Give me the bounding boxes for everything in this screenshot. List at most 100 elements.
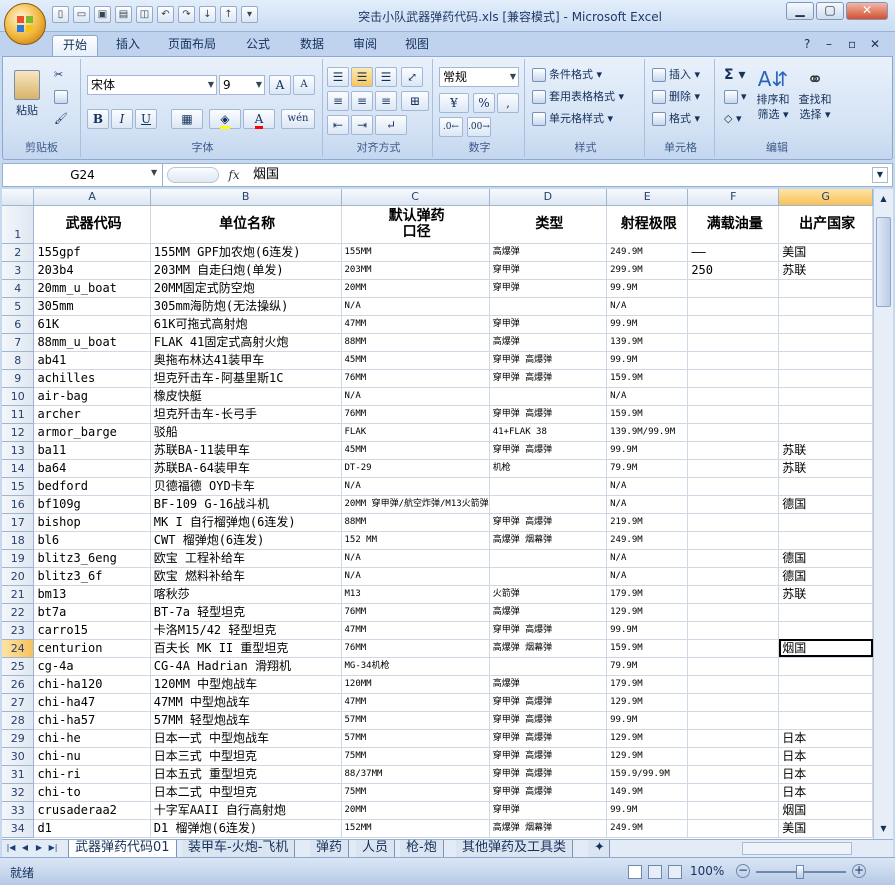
- format-cells-button[interactable]: 格式 ▾: [651, 109, 701, 129]
- next-sheet-icon[interactable]: ▶: [34, 841, 44, 855]
- row-header[interactable]: 1: [2, 205, 35, 244]
- cell[interactable]: chi-ri: [33, 765, 151, 784]
- row-header[interactable]: 31: [2, 765, 35, 784]
- insert-function-button[interactable]: fx: [225, 166, 243, 184]
- cell[interactable]: 坦克歼击车-长弓手: [150, 405, 342, 424]
- cell[interactable]: 穿甲弹 高爆弹: [489, 711, 608, 730]
- cell[interactable]: 穿甲弹: [489, 801, 608, 820]
- row-header[interactable]: 16: [2, 495, 35, 514]
- row-header[interactable]: 30: [2, 747, 35, 766]
- cell[interactable]: 日本三式 中型坦克: [150, 747, 342, 766]
- cell[interactable]: [687, 567, 780, 586]
- cell[interactable]: N/A: [341, 477, 490, 496]
- tab-home[interactable]: 开始: [52, 35, 99, 56]
- cell[interactable]: 159.9M: [606, 639, 689, 658]
- save-icon[interactable]: ▣: [94, 6, 111, 23]
- cell[interactable]: [687, 657, 780, 676]
- cell[interactable]: 穿甲弹: [489, 279, 608, 298]
- formula-input[interactable]: 烟国: [253, 164, 279, 186]
- header-cell[interactable]: 满载油量: [687, 205, 780, 244]
- cell[interactable]: 苏联BA-11装甲车: [150, 441, 342, 460]
- insert-cells-button[interactable]: 插入 ▾: [651, 65, 701, 85]
- cell[interactable]: [687, 333, 780, 352]
- cell[interactable]: [778, 351, 873, 370]
- cell[interactable]: 坦克歼击车-阿基里斯1C: [150, 369, 342, 388]
- cell[interactable]: 47MM: [341, 621, 490, 640]
- cell[interactable]: [778, 333, 873, 352]
- cell[interactable]: 305mm海防炮(无法操纵): [150, 297, 342, 316]
- cell[interactable]: 129.9M: [606, 693, 689, 712]
- align-left-button[interactable]: ≡: [327, 91, 349, 111]
- fill-button[interactable]: ▾: [723, 87, 748, 107]
- cell[interactable]: ab41: [33, 351, 151, 370]
- zoom-out-icon[interactable]: −: [736, 864, 750, 878]
- cell[interactable]: 高爆弹: [489, 333, 608, 352]
- cell[interactable]: N/A: [341, 297, 490, 316]
- worksheet-grid[interactable]: ABCDEFG 1 武器代码 单位名称 默认弹药 口径 类型 射程极限 满载油量 出产国家 2 1…: [2, 189, 873, 839]
- cell[interactable]: 穿甲弹 高爆弹: [489, 783, 608, 802]
- cell[interactable]: blitz3_6f: [33, 567, 151, 586]
- customize-qat-icon[interactable]: ▾: [241, 6, 258, 23]
- wrap-text-button[interactable]: ↵: [375, 115, 407, 135]
- print-preview-icon[interactable]: ◫: [136, 6, 153, 23]
- delete-cells-button[interactable]: 删除 ▾: [651, 87, 701, 107]
- autosum-button[interactable]: Σ ▾: [723, 65, 746, 85]
- cell[interactable]: air-bag: [33, 387, 151, 406]
- row-header[interactable]: 26: [2, 675, 35, 694]
- cell[interactable]: cg-4a: [33, 657, 151, 676]
- align-top-button[interactable]: ☰: [327, 67, 349, 87]
- zoom-in-icon[interactable]: +: [852, 864, 866, 878]
- cell[interactable]: 159.9/99.9M: [606, 765, 689, 784]
- header-cell[interactable]: 出产国家: [778, 205, 873, 244]
- cell[interactable]: [778, 711, 873, 730]
- row-header[interactable]: 8: [2, 351, 35, 370]
- row-header[interactable]: 6: [2, 315, 35, 334]
- cell[interactable]: 47MM: [341, 693, 490, 712]
- cell[interactable]: 99.9M: [606, 711, 689, 730]
- cell[interactable]: N/A: [606, 297, 689, 316]
- cell[interactable]: [778, 531, 873, 550]
- format-as-table-button[interactable]: 套用表格格式 ▾: [531, 87, 625, 107]
- sheet-tab-ammo[interactable]: 弹药: [310, 840, 350, 857]
- column-header-c[interactable]: C: [341, 189, 490, 206]
- cell[interactable]: 穿甲弹: [489, 315, 608, 334]
- tab-review[interactable]: 审阅: [343, 35, 387, 56]
- cell[interactable]: 155MM: [341, 243, 490, 262]
- font-name-dropdown[interactable]: 宋体 ▼: [87, 75, 217, 95]
- row-header[interactable]: 29: [2, 729, 35, 748]
- clear-button[interactable]: ◇ ▾: [723, 109, 743, 129]
- cell[interactable]: 99.9M: [606, 315, 689, 334]
- cell[interactable]: [687, 603, 780, 622]
- cell[interactable]: 57MM 轻型炮战车: [150, 711, 342, 730]
- header-cell[interactable]: 类型: [489, 205, 608, 244]
- cell[interactable]: 高爆弹: [489, 675, 608, 694]
- cell[interactable]: 179.9M: [606, 675, 689, 694]
- cell[interactable]: N/A: [341, 549, 490, 568]
- cell[interactable]: 德国: [778, 495, 873, 514]
- cell[interactable]: [687, 513, 780, 532]
- row-header[interactable]: 23: [2, 621, 35, 640]
- cell[interactable]: [687, 819, 780, 838]
- phonetic-button[interactable]: wén: [281, 109, 315, 129]
- cell[interactable]: 日本: [778, 729, 873, 748]
- sort-ascending-icon[interactable]: ↓: [199, 6, 216, 23]
- cell[interactable]: 76MM: [341, 405, 490, 424]
- cell[interactable]: [778, 297, 873, 316]
- sheet-tab-other[interactable]: 其他弹药及工具类: [456, 840, 574, 857]
- orientation-button[interactable]: ⤢: [401, 67, 423, 87]
- cell[interactable]: [489, 387, 608, 406]
- row-header[interactable]: 24: [2, 639, 35, 658]
- cell[interactable]: 欧宝 工程补给车: [150, 549, 342, 568]
- cell[interactable]: 穿甲弹 高爆弹: [489, 729, 608, 748]
- cell[interactable]: 76MM: [341, 639, 490, 658]
- cell[interactable]: [489, 297, 608, 316]
- scroll-up-icon[interactable]: ▲: [876, 191, 891, 207]
- cell[interactable]: 机枪: [489, 459, 608, 478]
- align-middle-button[interactable]: ☰: [351, 67, 373, 87]
- undo-icon[interactable]: ↶: [157, 6, 174, 23]
- merge-center-button[interactable]: ⊞: [401, 91, 429, 111]
- conditional-format-button[interactable]: 条件格式 ▾: [531, 65, 603, 85]
- tab-insert[interactable]: 插入: [106, 35, 150, 56]
- cell[interactable]: 61K可拖式高射炮: [150, 315, 342, 334]
- cell[interactable]: 75MM: [341, 783, 490, 802]
